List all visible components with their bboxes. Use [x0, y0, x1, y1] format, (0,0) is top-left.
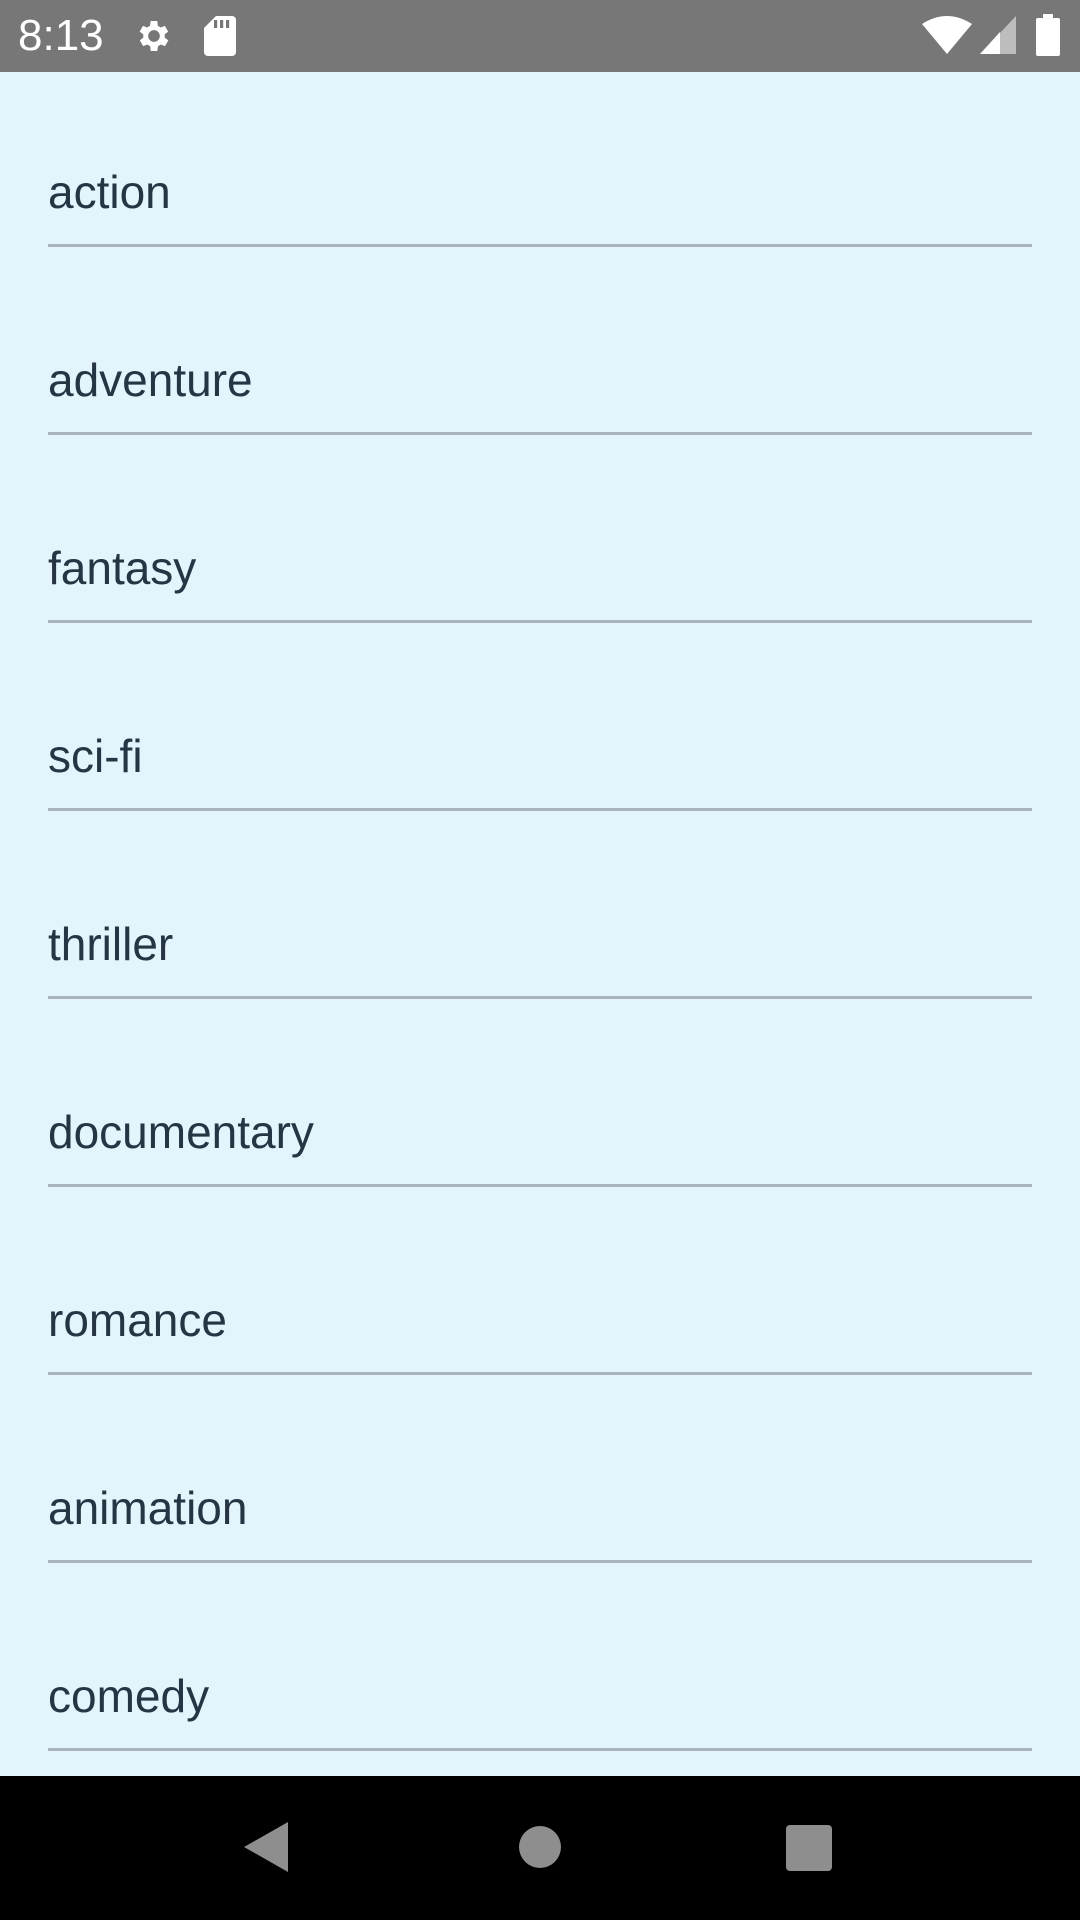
back-icon[interactable]: [244, 1822, 288, 1872]
recents-icon[interactable]: [786, 1825, 832, 1871]
battery-icon: [1036, 14, 1060, 56]
genre-label: adventure: [48, 354, 253, 406]
list-divider: [48, 1184, 1032, 1187]
genre-label: comedy: [48, 1670, 210, 1722]
genre-label: fantasy: [48, 542, 197, 594]
genre-label: action: [48, 166, 171, 218]
status-time: 8:13: [18, 11, 104, 60]
wifi-icon: [922, 16, 972, 54]
list-divider: [48, 1560, 1032, 1563]
list-divider: [48, 432, 1032, 435]
navigation-bar: [0, 1776, 1080, 1920]
list-divider: [48, 1748, 1032, 1751]
list-divider: [48, 1372, 1032, 1375]
genre-label: sci-fi: [48, 730, 143, 782]
status-bar: 8:13: [0, 0, 1080, 72]
genre-list[interactable]: action adventure fantasy sci-fi thriller docu…: [0, 72, 1080, 1776]
genre-item[interactable]: thriller: [48, 824, 1032, 1012]
list-divider: [48, 620, 1032, 623]
gear-icon: [139, 21, 169, 51]
genre-item[interactable]: action: [48, 72, 1032, 260]
app-screen: 8:13 action adventure fantasy sci-fi thrille…: [0, 0, 1080, 1920]
genre-item[interactable]: fantasy: [48, 448, 1032, 636]
list-divider: [48, 244, 1032, 247]
cell-signal-icon: [980, 16, 1016, 54]
genre-label: documentary: [48, 1106, 314, 1158]
genre-item[interactable]: comedy: [48, 1576, 1032, 1764]
genre-label: animation: [48, 1482, 248, 1534]
home-icon[interactable]: [518, 1825, 562, 1869]
genre-label: romance: [48, 1294, 227, 1346]
sd-card-icon: [204, 16, 236, 56]
genre-item[interactable]: documentary: [48, 1012, 1032, 1200]
genre-item[interactable]: sci-fi: [48, 636, 1032, 824]
genre-item[interactable]: romance: [48, 1200, 1032, 1388]
list-divider: [48, 996, 1032, 999]
list-divider: [48, 808, 1032, 811]
genre-item[interactable]: adventure: [48, 260, 1032, 448]
genre-item[interactable]: animation: [48, 1388, 1032, 1576]
genre-label: thriller: [48, 918, 174, 970]
